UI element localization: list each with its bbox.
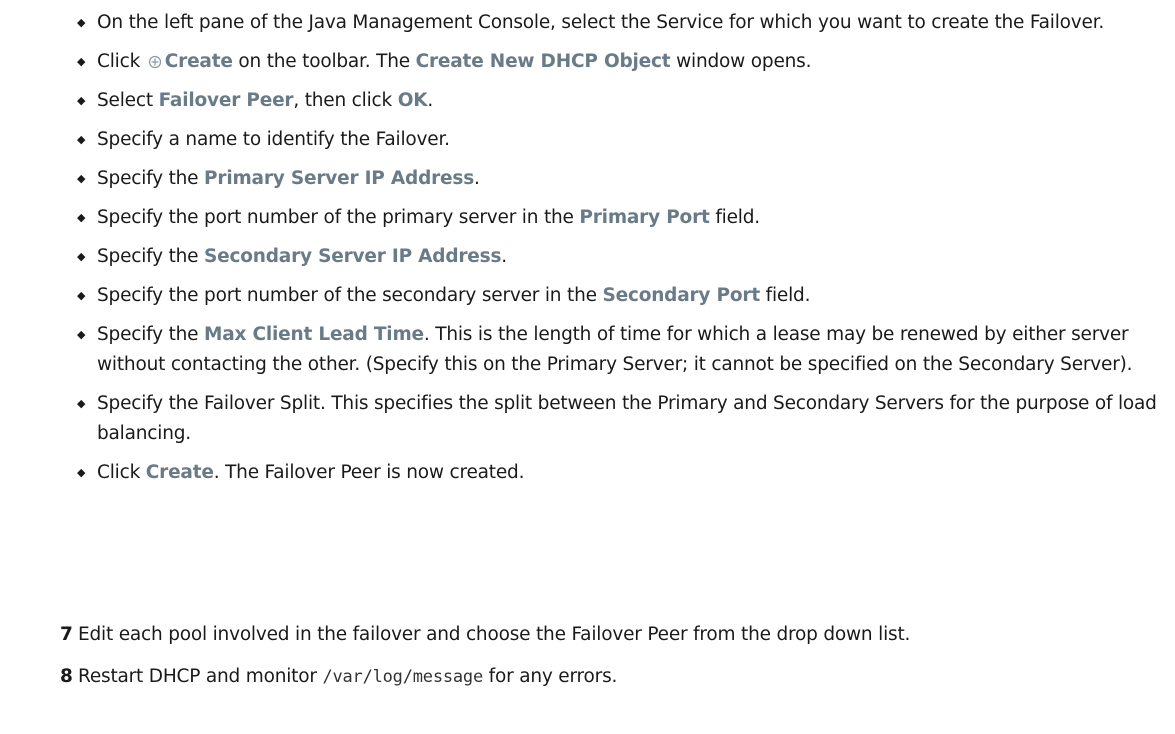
bullet-item-select-failover-peer: ◆ Select Failover Peer, then click OK. <box>77 86 1167 116</box>
bullet-text-pre: Specify the <box>97 246 205 267</box>
bullet-diamond-icon: ◆ <box>77 250 86 263</box>
bullet-diamond-icon: ◆ <box>77 466 86 479</box>
bullet-item-click-create: ◆ Click Create on the toolbar. The Creat… <box>77 47 1167 77</box>
bullet-text-pre: Select <box>97 90 159 111</box>
bullet-item-secondary-port: ◆ Specify the port number of the seconda… <box>77 281 1167 311</box>
step-text: Edit each pool involved in the failover … <box>78 624 911 645</box>
ui-term-create-new-dhcp-object: Create New DHCP Object <box>415 51 671 72</box>
step-number: 7 <box>60 624 73 645</box>
bullet-item-secondary-ip: ◆ Specify the Secondary Server IP Addres… <box>77 242 1167 272</box>
bullet-text-pre: Specify the port number of the secondary… <box>97 285 603 306</box>
bullet-item-primary-ip: ◆ Specify the Primary Server IP Address. <box>77 164 1167 194</box>
bullet-text: On the left pane of the Java Management … <box>97 12 1105 33</box>
bullet-diamond-icon: ◆ <box>77 211 86 224</box>
bullet-text-post: . <box>501 246 507 267</box>
create-icon <box>148 55 161 69</box>
step-number: 8 <box>60 666 73 687</box>
ui-term-failover-peer: Failover Peer <box>158 90 294 111</box>
bullet-text: Specify the Failover Split. This specifi… <box>97 393 1157 444</box>
document-body: ◆ On the left pane of the Java Managemen… <box>0 0 1175 734</box>
bullet-text-pre: Click <box>97 462 146 483</box>
bullet-diamond-icon: ◆ <box>77 397 86 410</box>
ui-term-primary-port: Primary Port <box>579 207 710 228</box>
bullet-diamond-icon: ◆ <box>77 133 86 146</box>
step-text-pre: Restart DHCP and monitor <box>78 666 323 687</box>
bullet-item-click-create-final: ◆ Click Create. The Failover Peer is now… <box>77 458 1167 488</box>
bullet-item-primary-port: ◆ Specify the port number of the primary… <box>77 203 1167 233</box>
bullet-diamond-icon: ◆ <box>77 328 86 341</box>
bullet-text-post: field. <box>759 285 811 306</box>
bullet-text-mid: , then click <box>293 90 398 111</box>
bullet-text-mid: on the toolbar. The <box>232 51 416 72</box>
bullet-text: Specify a name to identify the Failover. <box>97 129 450 150</box>
bullet-item-specify-name: ◆ Specify a name to identify the Failove… <box>77 125 1167 155</box>
ui-term-primary-server-ip-address: Primary Server IP Address <box>204 168 474 189</box>
bullet-text-pre: Click <box>97 51 146 72</box>
step-7: 7 Edit each pool involved in the failove… <box>60 620 1170 650</box>
bullet-text-pre: Specify the <box>97 324 205 345</box>
ui-term-create: Create <box>145 462 214 483</box>
bullet-diamond-icon: ◆ <box>77 172 86 185</box>
bullet-text-post: . <box>474 168 480 189</box>
bullet-text-post: . The Failover Peer is now created. <box>213 462 525 483</box>
bullet-text-post: window opens. <box>670 51 812 72</box>
bullet-item-max-client-lead-time: ◆ Specify the Max Client Lead Time. This… <box>77 320 1167 380</box>
ui-term-secondary-server-ip-address: Secondary Server IP Address <box>204 246 502 267</box>
ui-term-ok: OK <box>397 90 428 111</box>
bullet-diamond-icon: ◆ <box>77 55 86 68</box>
bullet-text-post: field. <box>709 207 760 228</box>
bullet-item-select-service: ◆ On the left pane of the Java Managemen… <box>77 8 1167 38</box>
bullet-text-post: . <box>427 90 434 111</box>
numbered-steps: 7 Edit each pool involved in the failove… <box>60 620 1170 704</box>
ui-term-secondary-port: Secondary Port <box>602 285 760 306</box>
step-8: 8 Restart DHCP and monitor /var/log/mess… <box>60 662 1170 692</box>
step-text-post: for any errors. <box>483 666 618 687</box>
bullet-diamond-icon: ◆ <box>77 16 86 29</box>
ui-term-max-client-lead-time: Max Client Lead Time <box>204 324 424 345</box>
bullet-text-pre: Specify the <box>97 168 205 189</box>
bullet-diamond-icon: ◆ <box>77 289 86 302</box>
bullet-diamond-icon: ◆ <box>77 94 86 107</box>
failover-bullet-list: ◆ On the left pane of the Java Managemen… <box>77 8 1167 497</box>
bullet-text-pre: Specify the port number of the primary s… <box>97 207 580 228</box>
bullet-item-failover-split: ◆ Specify the Failover Split. This speci… <box>77 389 1167 449</box>
ui-term-create: Create <box>164 51 233 72</box>
log-path-code: /var/log/message <box>322 667 483 687</box>
